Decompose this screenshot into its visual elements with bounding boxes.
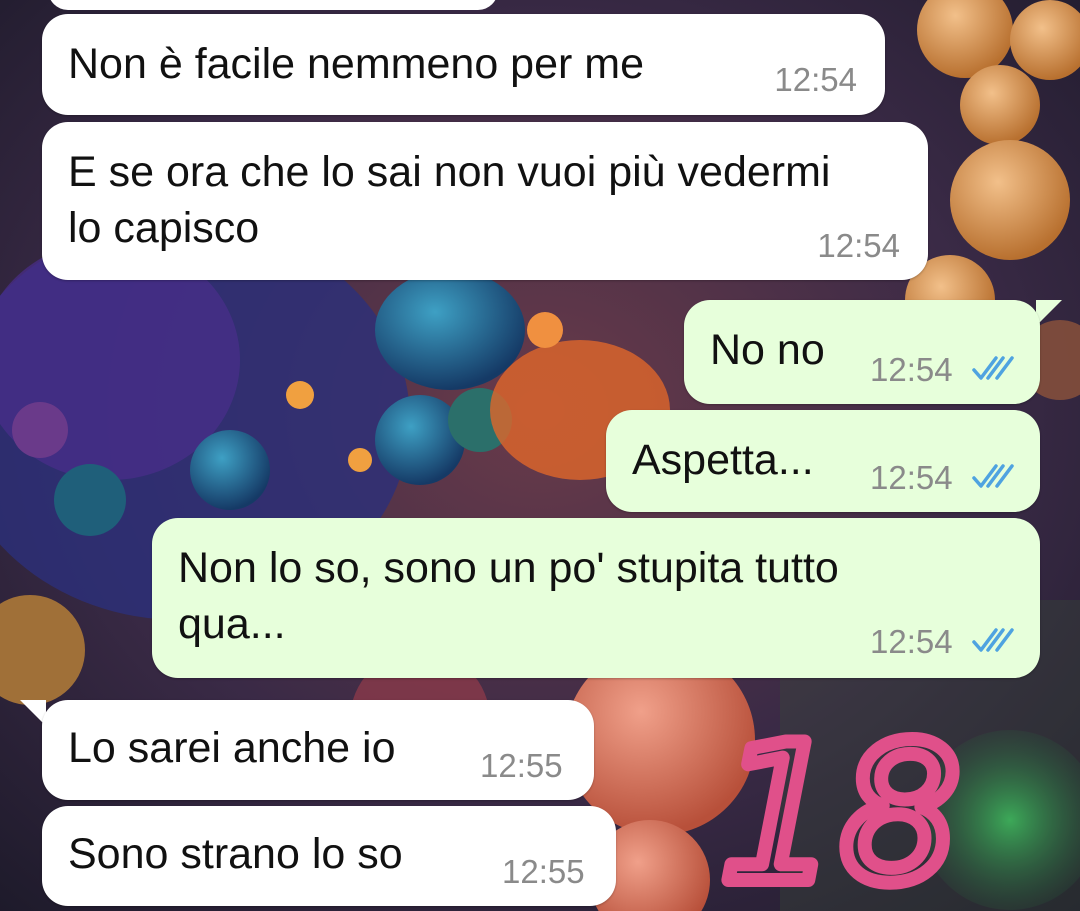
- incoming-message[interactable]: Non è facile nemmeno per me 12:54: [42, 14, 885, 115]
- message-time: 12:54: [817, 227, 900, 264]
- outgoing-message[interactable]: Aspetta... 12:54: [606, 410, 1040, 512]
- message-time: 12:54: [774, 61, 857, 98]
- svg-text:18: 18: [720, 720, 960, 900]
- previous-message-edge: [48, 0, 498, 10]
- message-text: Lo sarei anche io: [68, 724, 396, 772]
- message-text: Aspetta...: [632, 436, 814, 484]
- message-time: 12:54: [870, 459, 953, 496]
- incoming-message[interactable]: E se ora che lo sai non vuoi più vedermi…: [42, 122, 928, 280]
- message-time: 12:55: [480, 747, 563, 784]
- message-time: 12:54: [870, 351, 953, 388]
- bubble-tail: [1036, 300, 1062, 326]
- handwritten-number-overlay: 18: [720, 720, 960, 900]
- incoming-message[interactable]: Sono strano lo so 12:55: [42, 806, 616, 906]
- outgoing-message[interactable]: Non lo so, sono un po' stupita tutto qua…: [152, 518, 1040, 678]
- incoming-message[interactable]: Lo sarei anche io 12:55: [42, 700, 594, 800]
- message-text: Sono strano lo so: [68, 830, 403, 878]
- double-check-icon: [972, 356, 1014, 380]
- double-check-icon: [972, 628, 1014, 652]
- message-text: Non lo so, sono un po' stupita tutto qua…: [178, 544, 839, 648]
- message-time: 12:54: [870, 623, 953, 660]
- message-time: 12:55: [502, 853, 585, 890]
- message-text: Non è facile nemmeno per me: [68, 40, 645, 88]
- message-text: No no: [710, 326, 825, 374]
- outgoing-message[interactable]: No no 12:54: [684, 300, 1040, 404]
- message-text: E se ora che lo sai non vuoi più vedermi…: [68, 148, 831, 252]
- double-check-icon: [972, 464, 1014, 488]
